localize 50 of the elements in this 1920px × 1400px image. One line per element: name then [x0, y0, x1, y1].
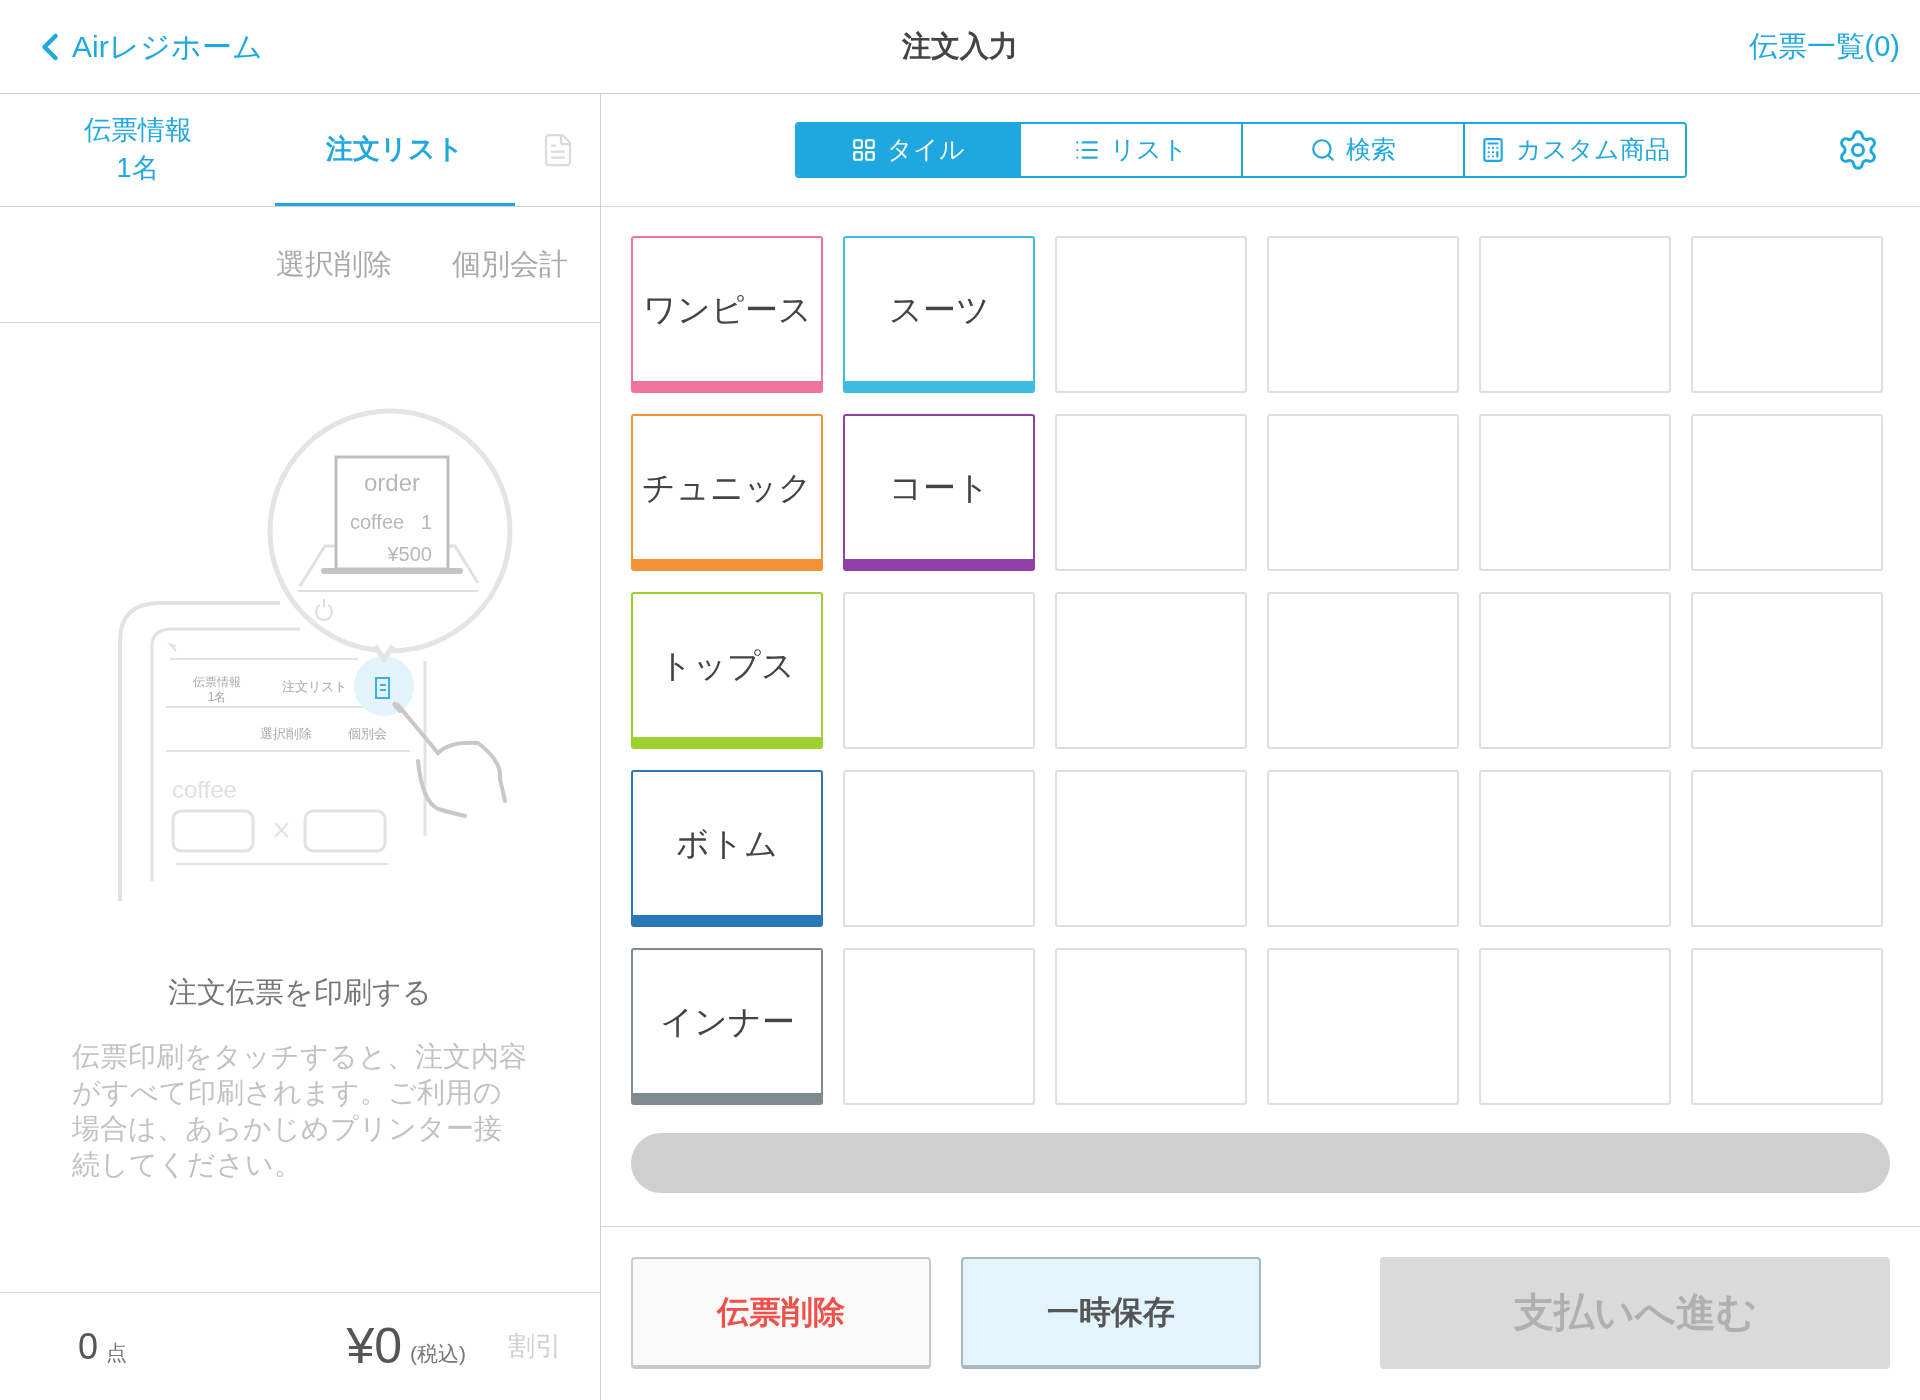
total-amount: ¥0 — [346, 1317, 402, 1376]
product-tile[interactable]: スーツ — [843, 236, 1035, 393]
empty-tile[interactable] — [1055, 770, 1247, 927]
item-count: 0 — [78, 1324, 99, 1369]
empty-tile[interactable] — [1691, 236, 1883, 393]
empty-tile[interactable] — [1055, 414, 1247, 571]
empty-tile[interactable] — [1267, 948, 1459, 1105]
empty-tile[interactable] — [1479, 236, 1671, 393]
delete-slip-button[interactable]: 伝票削除 — [631, 1257, 931, 1369]
empty-tile[interactable] — [1479, 948, 1671, 1105]
empty-tile[interactable] — [843, 770, 1035, 927]
product-tile[interactable]: ワンピース — [631, 236, 823, 393]
count-unit: 点 — [106, 1339, 128, 1366]
view-tab[interactable]: カスタム商品 — [1462, 124, 1685, 176]
product-tile[interactable]: トップス — [631, 592, 823, 749]
grid-icon — [850, 137, 877, 163]
tab[interactable]: 伝票情報 1名 — [0, 94, 275, 206]
empty-tile[interactable] — [1055, 236, 1247, 393]
empty-tile[interactable] — [1055, 592, 1247, 749]
scroll-bar[interactable] — [631, 1133, 1890, 1193]
back-link[interactable]: Airレジホーム — [40, 24, 263, 69]
empty-tile[interactable] — [1479, 414, 1671, 571]
save-button[interactable]: 一時保存 — [961, 1257, 1261, 1369]
empty-tile[interactable] — [1479, 592, 1671, 749]
empty-tile[interactable] — [1267, 770, 1459, 927]
action-button[interactable]: 個別会計 — [452, 242, 568, 287]
empty-tile[interactable] — [1479, 770, 1671, 927]
view-tab[interactable]: タイル — [796, 124, 1019, 176]
empty-tile[interactable] — [1267, 592, 1459, 749]
product-tile[interactable]: インナー — [631, 948, 823, 1105]
search-icon — [1309, 137, 1336, 163]
page-title: 注文入力 — [902, 28, 1018, 64]
product-tile[interactable]: ボトム — [631, 770, 823, 927]
empty-tile[interactable] — [1691, 948, 1883, 1105]
empty-tile[interactable] — [843, 948, 1035, 1105]
tax-note: (税込) — [410, 1340, 466, 1367]
print-guide-title: 注文伝票を印刷する — [168, 975, 432, 1010]
empty-tile[interactable] — [1691, 414, 1883, 571]
tab[interactable]: 注文リスト — [275, 94, 515, 206]
print-guide-text: 伝票印刷をタッチすると、注文内容がすべて印刷されます。ご利用の場合は、あらかじめプリンター接続してください。 — [72, 1039, 528, 1182]
empty-tile[interactable] — [1691, 592, 1883, 749]
empty-tile[interactable] — [1055, 948, 1247, 1105]
slip-list-link[interactable]: 伝票一覧(0) — [1748, 24, 1900, 69]
empty-tile[interactable] — [1267, 414, 1459, 571]
action-button[interactable]: 選択削除 — [276, 242, 392, 287]
empty-tile[interactable] — [1691, 770, 1883, 927]
product-tile[interactable]: チュニック — [631, 414, 823, 571]
product-tile[interactable]: コート — [843, 414, 1035, 571]
empty-tile[interactable] — [843, 592, 1035, 749]
empty-tile[interactable] — [1267, 236, 1459, 393]
